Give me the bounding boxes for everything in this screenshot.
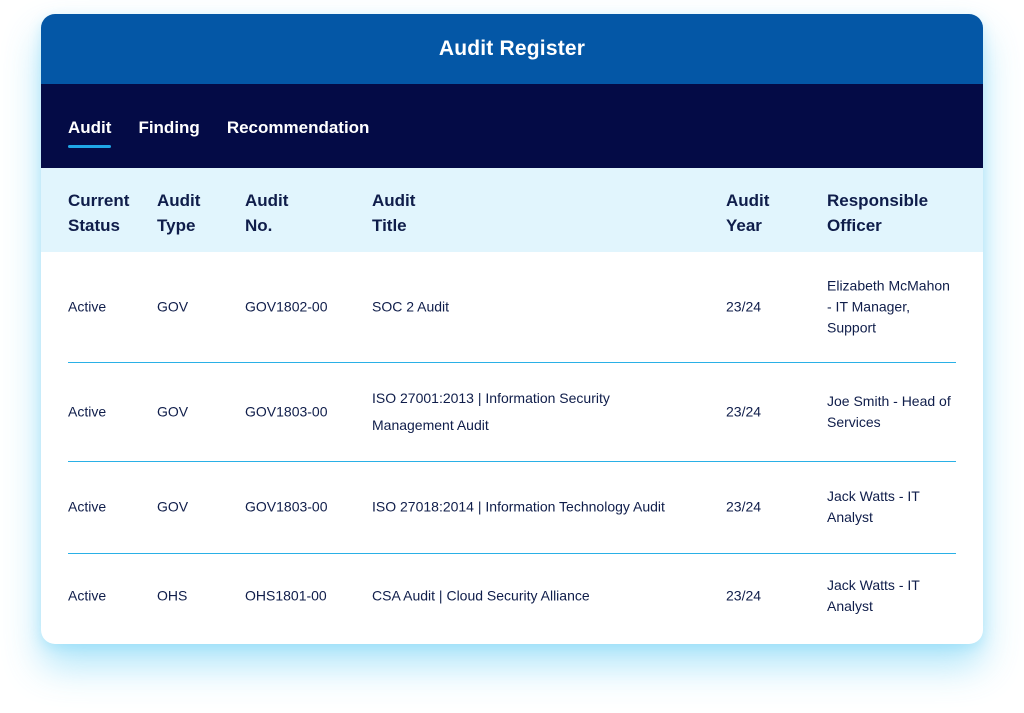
cell-officer: Jack Watts - IT Analyst	[827, 577, 920, 614]
cell-title: ISO 27001:2013 | Information Security Ma…	[372, 390, 610, 433]
column-header-label: Current	[68, 191, 130, 210]
cell-type: GOV	[157, 498, 189, 515]
cell-year: 23/24	[726, 298, 762, 315]
cell-audit-no: GOV1802-00	[245, 298, 328, 315]
column-header-audit-type[interactable]: Audit Type	[157, 188, 200, 238]
tab-audit[interactable]: Audit	[68, 118, 112, 148]
audit-register-card: Audit Register Audit Finding Recommendat…	[41, 14, 983, 644]
cell-year: 23/24	[726, 498, 762, 515]
cell-status: Active	[68, 498, 107, 515]
column-header-responsible-officer[interactable]: Responsible Officer	[827, 188, 957, 238]
column-header-label: Responsible	[827, 191, 929, 210]
column-header-label: Year	[726, 216, 762, 235]
cell-audit-no: GOV1803-00	[245, 403, 328, 420]
cell-audit-no: OHS1801-00	[245, 587, 327, 604]
cell-title: SOC 2 Audit	[372, 298, 450, 315]
column-header-label: Type	[157, 216, 196, 235]
title-bar: Audit Register	[41, 14, 983, 84]
table-row[interactable]: Active GOV GOV1803-00 ISO 27001:2013 | I…	[41, 363, 983, 462]
column-header-label: No.	[245, 216, 273, 235]
table-header: Current Status Audit Type Audit No. Audi…	[41, 168, 983, 252]
cell-officer: Elizabeth McMahon - IT Manager, Support	[827, 277, 950, 336]
cell-officer: Jack Watts - IT Analyst	[827, 488, 920, 525]
tab-recommendation[interactable]: Recommendation	[227, 118, 370, 148]
column-header-label: Audit	[726, 191, 770, 210]
column-header-label: Status	[68, 216, 120, 235]
cell-type: GOV	[157, 403, 189, 420]
tab-finding[interactable]: Finding	[138, 118, 199, 148]
column-header-audit-year[interactable]: Audit Year	[726, 188, 769, 238]
cell-status: Active	[68, 587, 107, 604]
cell-status: Active	[68, 298, 107, 315]
column-header-label: Title	[372, 216, 407, 235]
cell-title: ISO 27018:2014 | Information Technology …	[372, 498, 665, 515]
cell-type: OHS	[157, 587, 188, 604]
cell-audit-no: GOV1803-00	[245, 498, 328, 515]
cell-year: 23/24	[726, 587, 762, 604]
cell-year: 23/24	[726, 403, 762, 420]
column-header-audit-no[interactable]: Audit No.	[245, 188, 288, 238]
table-row[interactable]: Active OHS OHS1801-00 CSA Audit | Cloud …	[41, 554, 983, 642]
table-row[interactable]: Active GOV GOV1802-00 SOC 2 Audit 23/24 …	[41, 252, 983, 363]
column-header-label: Officer	[827, 216, 882, 235]
column-header-label: Audit	[245, 191, 289, 210]
cell-officer: Joe Smith - Head of Services	[827, 393, 951, 430]
column-header-current-status[interactable]: Current Status	[68, 188, 129, 238]
tab-bar: Audit Finding Recommendation	[41, 84, 983, 168]
column-header-audit-title[interactable]: Audit Title	[372, 188, 702, 238]
cell-title: CSA Audit | Cloud Security Alliance	[372, 587, 590, 604]
table-row[interactable]: Active GOV GOV1803-00 ISO 27018:2014 | I…	[41, 462, 983, 554]
cell-type: GOV	[157, 298, 189, 315]
column-header-label: Audit	[157, 191, 201, 210]
page-title: Audit Register	[438, 37, 586, 60]
cell-status: Active	[68, 403, 107, 420]
column-header-label: Audit	[372, 191, 416, 210]
